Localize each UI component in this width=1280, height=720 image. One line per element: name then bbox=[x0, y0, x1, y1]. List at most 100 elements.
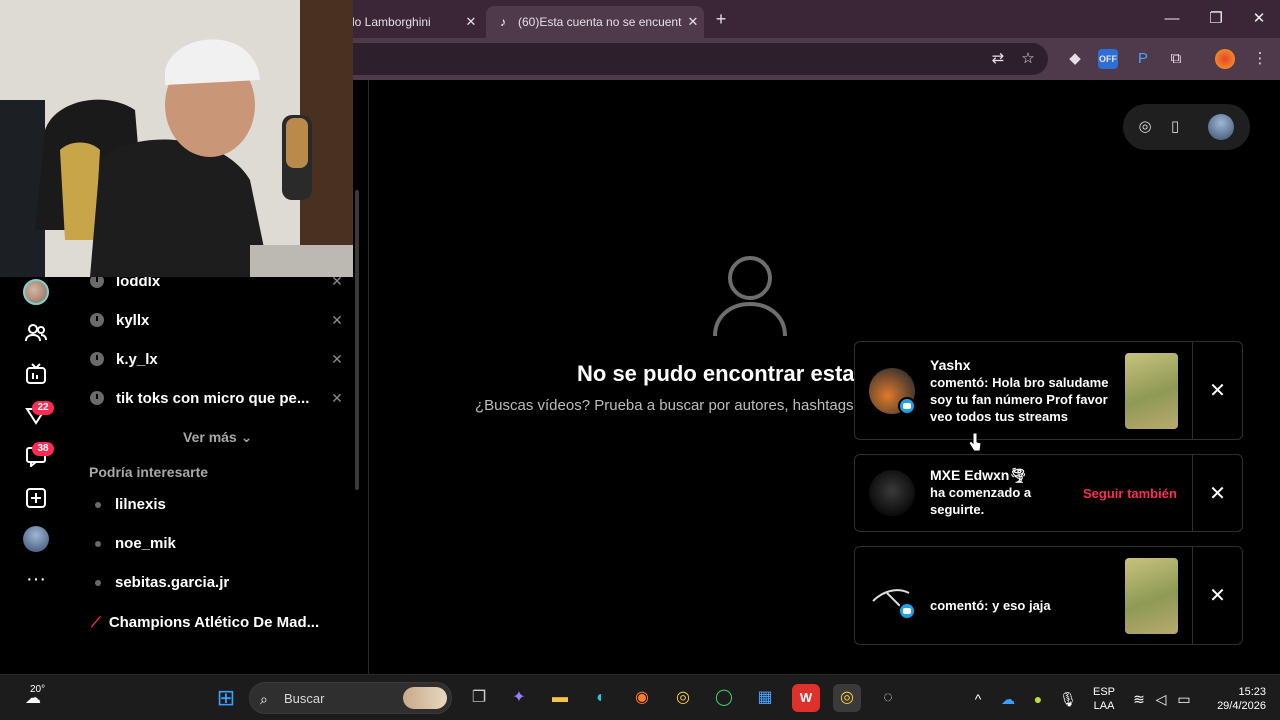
notification-line: seguirte. bbox=[930, 502, 985, 517]
firefox-icon[interactable]: ◉ bbox=[628, 684, 656, 712]
tray-overflow-icon[interactable]: ^ bbox=[969, 690, 987, 708]
notification-line: veo todos tus streams bbox=[930, 409, 1068, 424]
store-icon[interactable]: ▦ bbox=[751, 684, 779, 712]
windows-taskbar: ☁ 20° ⊞ ⌕ Buscar ❐ ✦ ▬ ◐ ◉ ◎ ◯ ▦ W ◎ ◌ ^… bbox=[0, 674, 1280, 720]
history-item-label: k.y_lx bbox=[116, 350, 158, 368]
edge-icon[interactable]: ◐ bbox=[587, 684, 615, 712]
profile-avatar-icon[interactable] bbox=[20, 523, 52, 555]
following-icon[interactable] bbox=[20, 317, 52, 349]
suggestion-item[interactable]: noe_mik bbox=[95, 535, 176, 552]
history-item-label: kyllx bbox=[116, 311, 150, 329]
extension-off-icon[interactable]: OFF bbox=[1098, 49, 1118, 69]
extensions-puzzle-icon[interactable]: ⧉ bbox=[1166, 49, 1186, 69]
copilot-icon[interactable]: ✦ bbox=[505, 684, 533, 712]
user-avatar[interactable] bbox=[1208, 114, 1234, 140]
avatar-recent-icon[interactable] bbox=[20, 276, 52, 308]
date: 29/4/2026 bbox=[1217, 700, 1266, 712]
translate-icon[interactable]: ⇄ bbox=[988, 49, 1008, 69]
notification-text: comentó: y eso jaja bbox=[930, 597, 1051, 614]
notification-line: comentó: Hola bro saludame bbox=[930, 375, 1109, 390]
search-highlight-image bbox=[403, 687, 447, 709]
comment-badge-icon bbox=[898, 602, 916, 620]
tab-close-icon[interactable]: ✕ bbox=[682, 14, 704, 30]
bullet-icon bbox=[95, 501, 101, 508]
video-thumbnail[interactable] bbox=[1125, 558, 1178, 634]
history-item-label: tik toks con micro que pe... bbox=[116, 389, 310, 407]
upload-icon[interactable] bbox=[20, 482, 52, 514]
comment-badge-icon bbox=[898, 397, 916, 415]
language-code: ESP bbox=[1093, 686, 1116, 698]
maximize-button[interactable]: ❐ bbox=[1194, 6, 1238, 32]
close-notification-icon[interactable]: ✕ bbox=[1192, 547, 1242, 644]
notification-text: Yashx comentó: Hola bro saludame soy tu … bbox=[930, 357, 1108, 425]
phone-icon[interactable]: ▯ bbox=[1165, 117, 1185, 137]
wps-icon[interactable]: W bbox=[792, 684, 820, 712]
notification-name: MXE Edwxn🌪 bbox=[930, 467, 1028, 483]
not-found-subtitle: ¿Buscas vídeos? Prueba a buscar por auto… bbox=[475, 397, 854, 414]
whatsapp-icon[interactable]: ◯ bbox=[710, 684, 738, 712]
close-notification-icon[interactable]: ✕ bbox=[1192, 455, 1242, 531]
wifi-icon[interactable]: ≋ bbox=[1130, 690, 1148, 708]
see-more-button[interactable]: Ver más ⌄ bbox=[183, 429, 252, 446]
suggestion-item[interactable]: lilnexis bbox=[95, 496, 166, 513]
tab-close-icon[interactable]: ✕ bbox=[460, 14, 482, 30]
menu-kebab-icon[interactable]: ⋮ bbox=[1250, 49, 1270, 69]
browser-tab-active[interactable]: ♪ (60)Esta cuenta no se encuentra ✕ bbox=[486, 6, 704, 38]
remove-history-icon[interactable]: ✕ bbox=[329, 351, 345, 368]
volume-icon[interactable]: ◁ bbox=[1152, 690, 1170, 708]
extension-p-icon[interactable]: P bbox=[1133, 49, 1153, 69]
search-icon: ⌕ bbox=[260, 691, 268, 707]
keyboard-layout: LAA bbox=[1093, 700, 1115, 712]
streamer-webcam-image bbox=[0, 0, 353, 277]
start-windows-icon[interactable]: ⊞ bbox=[212, 684, 240, 712]
close-notification-icon[interactable]: ✕ bbox=[1192, 342, 1242, 439]
notification-name: Yashx bbox=[930, 357, 971, 373]
weather-temp: 20° bbox=[30, 684, 46, 695]
taskbar-search[interactable]: ⌕ Buscar bbox=[249, 682, 452, 714]
live-tv-icon[interactable] bbox=[20, 358, 52, 390]
hand-cursor-icon bbox=[968, 432, 982, 452]
compass-icon[interactable]: ◎ bbox=[1135, 117, 1155, 137]
bullet-icon bbox=[95, 579, 101, 586]
bookmark-star-icon[interactable]: ☆ bbox=[1018, 49, 1038, 69]
notification-card[interactable]: comentó: y eso jaja ✕ bbox=[854, 546, 1243, 645]
sidebar-scrollbar[interactable] bbox=[355, 190, 359, 490]
notification-text: MXE Edwxn🌪 ha comenzado a seguirte. bbox=[930, 467, 1031, 518]
minimize-button[interactable]: — bbox=[1150, 6, 1194, 32]
notification-card[interactable]: MXE Edwxn🌪 ha comenzado a seguirte. Segu… bbox=[854, 454, 1243, 532]
input-language[interactable]: ESP LAA bbox=[1093, 685, 1115, 713]
clock[interactable]: 15:23 29/4/2026 bbox=[1210, 685, 1266, 713]
profile-icon[interactable] bbox=[1215, 49, 1235, 69]
search-history-item[interactable]: k.y_lx ✕ bbox=[90, 344, 345, 374]
task-view-icon[interactable]: ❐ bbox=[465, 684, 493, 712]
obs-icon[interactable]: ◌ bbox=[874, 684, 902, 712]
onedrive-icon[interactable]: ☁ bbox=[999, 690, 1017, 708]
address-bar[interactable] bbox=[330, 43, 1048, 75]
close-window-button[interactable]: ✕ bbox=[1237, 6, 1280, 32]
chrome-icon[interactable]: ◎ bbox=[669, 684, 697, 712]
tiktok-favicon-icon: ♪ bbox=[500, 15, 506, 29]
trending-icon: ⟋ bbox=[91, 614, 101, 630]
suggestion-label: sebitas.garcia.jr bbox=[115, 574, 230, 591]
more-options-icon[interactable]: ··· bbox=[20, 563, 52, 595]
suggestion-item[interactable]: sebitas.garcia.jr bbox=[95, 574, 229, 591]
battery-icon[interactable]: ▭ bbox=[1175, 690, 1193, 708]
clock-icon bbox=[90, 391, 104, 405]
suggestion-item[interactable]: ⟋ Champions Atlético De Mad... bbox=[91, 614, 319, 631]
extension-diamond-icon[interactable]: ◆ bbox=[1065, 49, 1085, 69]
video-thumbnail[interactable] bbox=[1125, 353, 1178, 429]
search-history-item[interactable]: kyllx ✕ bbox=[90, 305, 345, 335]
notification-card[interactable]: Yashx comentó: Hola bro saludame soy tu … bbox=[854, 341, 1243, 440]
follow-back-button[interactable]: Seguir también bbox=[1083, 486, 1177, 501]
microphone-icon[interactable]: 🎙 bbox=[1059, 690, 1077, 708]
messages-badge: 38 bbox=[32, 442, 54, 456]
remove-history-icon[interactable]: ✕ bbox=[329, 312, 345, 329]
file-explorer-icon[interactable]: ▬ bbox=[546, 684, 574, 712]
tray-app-icon[interactable]: ● bbox=[1029, 690, 1047, 708]
new-tab-button[interactable]: + bbox=[710, 8, 732, 30]
chrome-active-icon[interactable]: ◎ bbox=[833, 684, 861, 712]
search-placeholder: Buscar bbox=[284, 691, 325, 706]
browser-tab[interactable]: do Lamborghini ✕ bbox=[340, 6, 482, 38]
search-history-item[interactable]: tik toks con micro que pe... ✕ bbox=[90, 383, 345, 413]
remove-history-icon[interactable]: ✕ bbox=[329, 390, 345, 407]
